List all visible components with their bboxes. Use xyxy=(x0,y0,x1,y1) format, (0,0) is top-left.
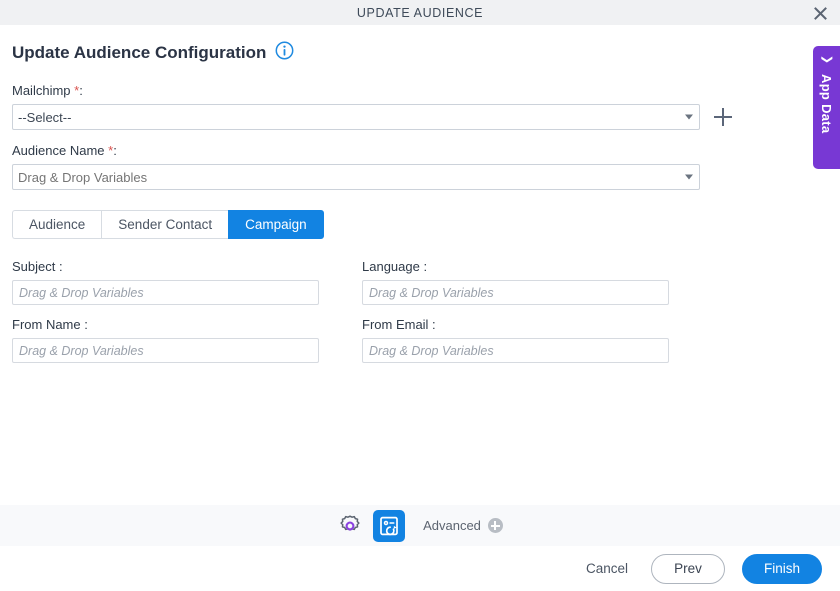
subject-input[interactable] xyxy=(12,280,319,305)
language-input[interactable] xyxy=(362,280,669,305)
field-language: Language : xyxy=(362,259,700,305)
mailchimp-select-wrap xyxy=(12,104,700,130)
mailchimp-select[interactable] xyxy=(12,104,700,130)
field-from-email: From Email : xyxy=(362,317,700,363)
audience-name-input[interactable] xyxy=(12,164,700,190)
audience-name-label-colon: : xyxy=(113,143,117,158)
dialog-footer: Cancel Prev Finish xyxy=(0,546,840,591)
add-mailchimp-button[interactable] xyxy=(714,108,732,126)
audience-name-select-row xyxy=(12,164,828,190)
app-data-panel-tab[interactable]: ❯ App Data xyxy=(813,46,840,169)
field-from-name: From Name : xyxy=(12,317,350,363)
dialog-body: Update Audience Configuration Mailchimp … xyxy=(0,25,840,505)
dialog-title: UPDATE AUDIENCE xyxy=(356,5,484,20)
dialog-titlebar: UPDATE AUDIENCE xyxy=(0,0,840,25)
dialog-toolbar: Advanced xyxy=(0,505,840,546)
language-label: Language : xyxy=(362,259,428,274)
chevron-left-icon: ❯ xyxy=(821,54,833,65)
circle-plus-icon[interactable] xyxy=(487,518,503,533)
close-icon[interactable] xyxy=(810,3,830,23)
form-refresh-button[interactable] xyxy=(373,509,406,542)
field-audience-name: Audience Name *: xyxy=(12,143,828,190)
update-audience-dialog: UPDATE AUDIENCE Update Audience Configur… xyxy=(0,0,840,591)
mailchimp-select-row xyxy=(12,104,828,130)
gear-icon[interactable] xyxy=(337,513,363,539)
app-data-label: App Data xyxy=(819,74,834,134)
gear-glyph xyxy=(340,514,360,531)
close-glyph xyxy=(813,6,827,20)
info-icon[interactable] xyxy=(275,41,294,65)
campaign-tabs: Audience Sender Contact Campaign xyxy=(12,210,828,239)
field-subject: Subject : xyxy=(12,259,350,305)
from-name-label: From Name : xyxy=(12,317,88,332)
tab-sender-contact[interactable]: Sender Contact xyxy=(101,210,229,239)
audience-name-select-wrap xyxy=(12,164,700,190)
field-mailchimp: Mailchimp *: xyxy=(12,83,828,130)
tab-audience[interactable]: Audience xyxy=(12,210,102,239)
mailchimp-label-colon: : xyxy=(79,83,83,98)
tab-campaign[interactable]: Campaign xyxy=(228,210,324,239)
card-refresh-icon xyxy=(380,516,398,535)
mailchimp-label: Mailchimp *: xyxy=(12,83,828,98)
page-title-row: Update Audience Configuration xyxy=(12,41,828,65)
subject-label: Subject : xyxy=(12,259,63,274)
page-title: Update Audience Configuration xyxy=(12,43,267,62)
from-email-label: From Email : xyxy=(362,317,436,332)
mailchimp-label-text: Mailchimp xyxy=(12,83,71,98)
audience-name-label: Audience Name *: xyxy=(12,143,828,158)
info-glyph xyxy=(275,41,294,60)
from-name-input[interactable] xyxy=(12,338,319,363)
campaign-field-grid: Subject : Language : From Name : From Em… xyxy=(12,259,702,363)
prev-button[interactable]: Prev xyxy=(651,553,725,584)
from-email-input[interactable] xyxy=(362,338,669,363)
advanced-label: Advanced xyxy=(423,518,481,533)
finish-button[interactable]: Finish xyxy=(742,553,822,584)
cancel-button[interactable]: Cancel xyxy=(580,557,634,580)
audience-name-label-text: Audience Name xyxy=(12,143,105,158)
advanced-toggle[interactable]: Advanced xyxy=(423,518,503,533)
